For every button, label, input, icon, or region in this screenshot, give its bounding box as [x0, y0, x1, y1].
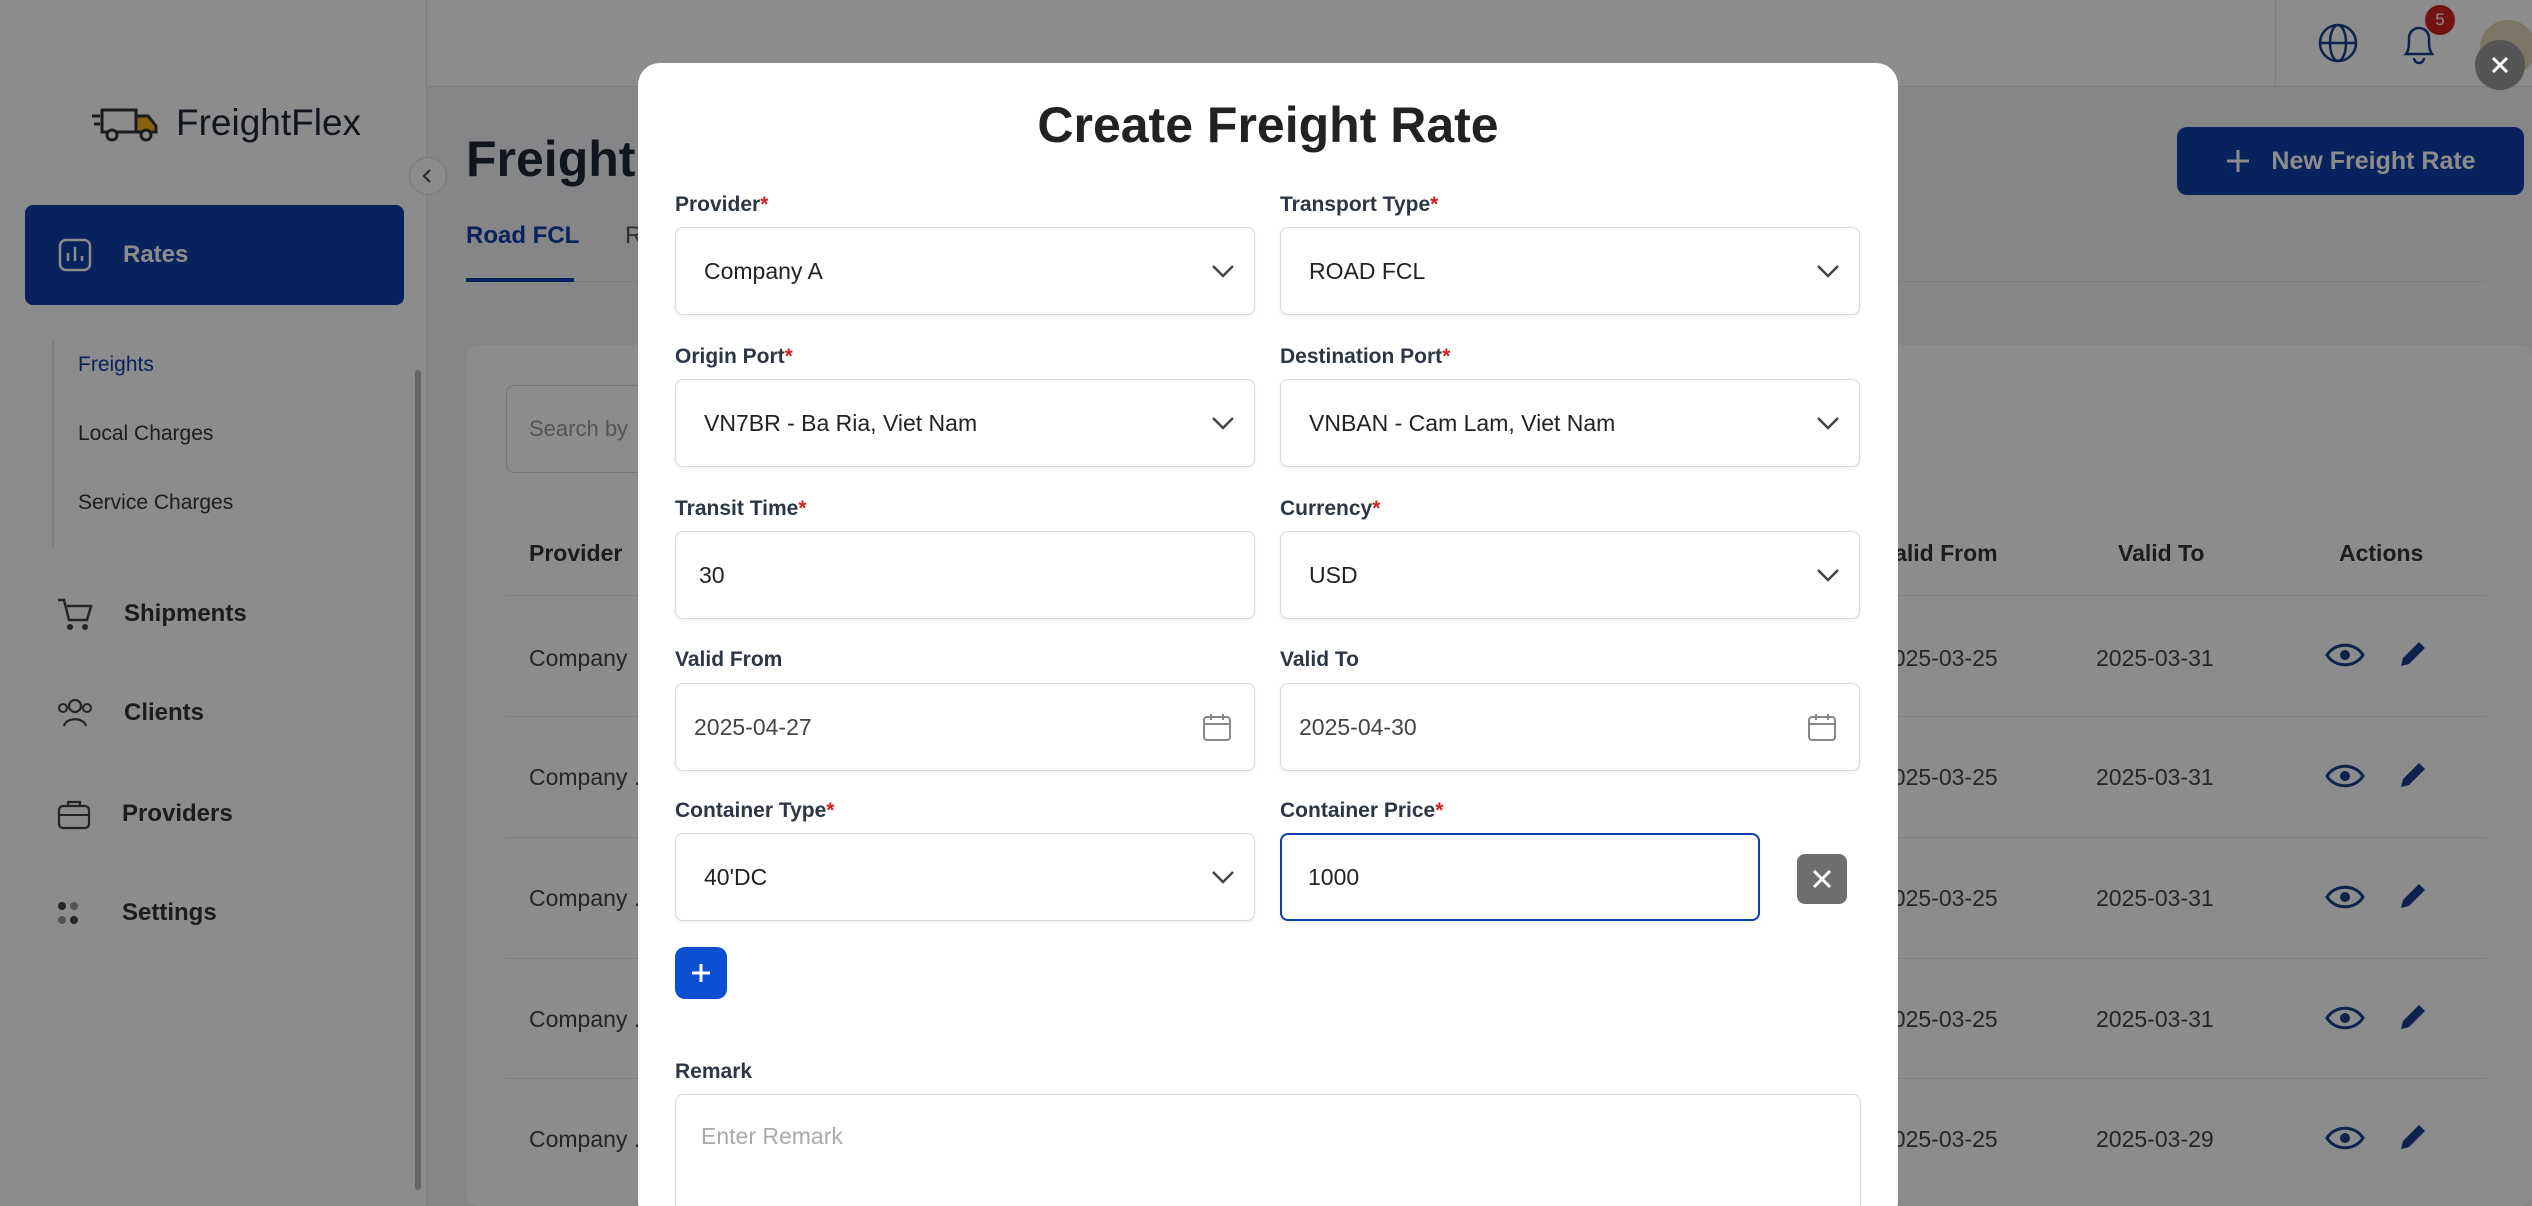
label-text: Origin Port [675, 345, 785, 368]
add-container-button[interactable] [675, 947, 727, 999]
modal-title: Create Freight Rate [1037, 97, 1499, 153]
chevron-down-icon [1817, 569, 1839, 582]
chevron-down-icon [1212, 871, 1234, 884]
calendar-icon[interactable] [1807, 712, 1837, 742]
destination-port-value: VNBAN - Cam Lam, Viet Nam [1309, 409, 1616, 436]
container-type-select[interactable]: 40'DC [675, 833, 1255, 921]
label-text: Remark [675, 1060, 753, 1083]
plus-icon [692, 964, 710, 982]
required-marker: * [1372, 497, 1381, 520]
close-icon [2491, 56, 2509, 74]
valid-from-datepicker[interactable]: 2025-04-27 [675, 683, 1255, 771]
required-marker: * [1430, 193, 1439, 216]
transit-time-label: Transit Time* [675, 497, 807, 521]
origin-port-select[interactable]: VN7BR - Ba Ria, Viet Nam [675, 379, 1255, 467]
required-marker: * [760, 193, 769, 216]
provider-select[interactable]: Company A [675, 227, 1255, 315]
chevron-down-icon [1212, 265, 1234, 278]
valid-to-value: 2025-04-30 [1299, 713, 1417, 740]
currency-label: Currency* [1280, 497, 1380, 521]
label-text: Destination Port [1280, 345, 1443, 368]
container-price-value: 1000 [1308, 863, 1360, 890]
label-text: Transport Type [1280, 193, 1431, 216]
label-text: Valid To [1280, 648, 1359, 671]
label-text: Provider [675, 193, 761, 216]
destination-port-label: Destination Port* [1280, 345, 1450, 369]
close-modal-button[interactable] [2475, 40, 2525, 90]
close-icon [1812, 869, 1832, 889]
label-text: Container Price [1280, 799, 1436, 822]
chevron-down-icon [1212, 417, 1234, 430]
calendar-icon[interactable] [1202, 712, 1232, 742]
required-marker: * [1435, 799, 1444, 822]
transport-type-value: ROAD FCL [1309, 257, 1426, 284]
required-marker: * [1442, 345, 1451, 368]
remark-textarea[interactable]: Enter Remark [675, 1094, 1861, 1206]
required-marker: * [784, 345, 793, 368]
container-type-value: 40'DC [704, 863, 768, 890]
label-text: Currency [1280, 497, 1373, 520]
provider-label: Provider* [675, 193, 768, 217]
origin-port-value: VN7BR - Ba Ria, Viet Nam [704, 409, 978, 436]
container-price-label: Container Price* [1280, 799, 1443, 823]
currency-value: USD [1309, 561, 1358, 588]
required-marker: * [826, 799, 835, 822]
label-text: Valid From [675, 648, 783, 671]
remove-container-button[interactable] [1797, 854, 1847, 904]
container-type-label: Container Type* [675, 799, 834, 823]
remark-label: Remark [675, 1060, 752, 1084]
valid-to-label: Valid To [1280, 648, 1359, 672]
chevron-down-icon [1817, 417, 1839, 430]
container-price-input[interactable]: 1000 [1280, 833, 1760, 921]
transport-type-select[interactable]: ROAD FCL [1280, 227, 1860, 315]
valid-from-value: 2025-04-27 [694, 713, 812, 740]
required-marker: * [798, 497, 807, 520]
destination-port-select[interactable]: VNBAN - Cam Lam, Viet Nam [1280, 379, 1860, 467]
valid-from-label: Valid From [675, 648, 782, 672]
chevron-down-icon [1817, 265, 1839, 278]
create-freight-rate-modal: Create Freight Rate Provider* Company A … [638, 63, 1898, 1206]
transit-time-input[interactable]: 30 [675, 531, 1255, 619]
label-text: Transit Time [675, 497, 799, 520]
valid-to-datepicker[interactable]: 2025-04-30 [1280, 683, 1860, 771]
transit-time-value: 30 [699, 561, 725, 588]
label-text: Container Type [675, 799, 827, 822]
origin-port-label: Origin Port* [675, 345, 793, 369]
provider-value: Company A [704, 257, 823, 284]
transport-type-label: Transport Type* [1280, 193, 1438, 217]
currency-select[interactable]: USD [1280, 531, 1860, 619]
